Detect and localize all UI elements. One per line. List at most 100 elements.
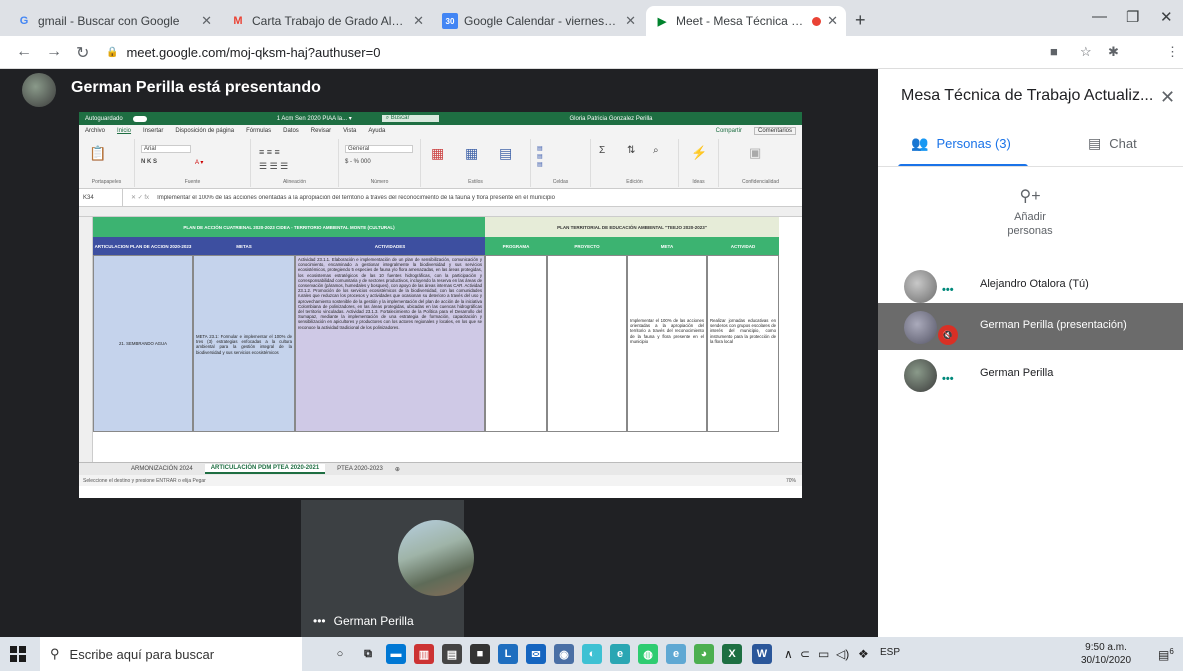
tab-gmail[interactable]: M Carta Trabajo de Grado Alejandro ✕ xyxy=(222,6,432,36)
clock-time: 9:50 a.m. xyxy=(1085,642,1127,653)
comments-label: Comentarios xyxy=(753,127,796,135)
presenting-label: German Perilla está presentando xyxy=(71,79,321,96)
tab-chat[interactable]: ▤ Chat xyxy=(1088,135,1137,152)
store-icon[interactable]: ▤ xyxy=(442,644,462,664)
table-format-icon: ▦ xyxy=(465,145,479,161)
back-icon[interactable]: ← xyxy=(16,43,32,61)
office-icon[interactable]: ▥ xyxy=(414,644,434,664)
menu-formulas: Fórmulas xyxy=(246,128,272,134)
app2-icon[interactable]: ◍ xyxy=(638,644,658,664)
autosum-icon: Σ xyxy=(599,145,606,156)
cells-icons: ▤ ▤ ▤ xyxy=(537,146,543,168)
sheet-tab-armonizacion: ARMONIZACIÓN 2024 xyxy=(131,466,193,472)
people-panel: Mesa Técnica de Trabajo Actualiz... ✕ 👥 … xyxy=(878,69,1183,637)
participant-avatar xyxy=(904,359,937,392)
minimize-icon[interactable]: — xyxy=(1092,8,1107,25)
close-tab-icon[interactable]: ✕ xyxy=(827,13,838,29)
tab-people[interactable]: 👥 Personas (3) xyxy=(911,135,1011,152)
bookmark-star-icon[interactable]: ☆ xyxy=(1080,44,1092,60)
menu-kebab-icon[interactable]: ⋮ xyxy=(1166,44,1179,60)
meta-right-text: Implementar el 100% de las acciones orie… xyxy=(630,318,704,344)
menu-inicio: Inicio xyxy=(117,128,132,134)
actividad-right-cell: Realizar jornadas educativas en senderos… xyxy=(707,255,779,432)
sort-icon: ⇅ xyxy=(627,145,636,156)
ie-icon[interactable]: e xyxy=(666,644,686,664)
camera-icon[interactable]: ■ xyxy=(1050,44,1058,59)
word-icon[interactable]: W xyxy=(752,644,772,664)
tab-google-search[interactable]: G gmail - Buscar con Google ✕ xyxy=(8,6,220,36)
battery-icon[interactable]: ▭ xyxy=(818,647,829,661)
row-label: 21. SEMBRANDO AGUA xyxy=(119,340,167,346)
audio-dots-icon: ••• xyxy=(942,373,954,385)
participant-row[interactable]: ••• German Perilla xyxy=(878,351,1183,398)
participant-row[interactable]: ••• Alejandro Otalora (Tú) xyxy=(878,262,1183,309)
onenote-icon[interactable]: ▬ xyxy=(386,644,406,664)
autosave-toggle xyxy=(132,115,147,122)
tray-chevron-icon[interactable]: ∧ xyxy=(784,647,793,661)
close-tab-icon[interactable]: ✕ xyxy=(413,13,424,29)
status-text: Seleccione el destino y presione ENTRAR … xyxy=(83,477,206,484)
meta-text: META 23.1: Formular e implementar el 100… xyxy=(196,334,292,355)
excel-icon[interactable]: X xyxy=(722,644,742,664)
group-label: Portapapeles xyxy=(91,179,122,185)
group-label: Fuente xyxy=(184,179,201,185)
windows-start-icon[interactable] xyxy=(10,646,26,662)
restore-icon[interactable]: ❐ xyxy=(1126,8,1139,26)
sensitivity-icon: ▣ xyxy=(749,145,762,160)
excel-search: ⌕ Buscar xyxy=(381,115,440,122)
fx-icon: ✕ ✓ fx xyxy=(131,195,150,201)
forward-icon[interactable]: → xyxy=(46,43,62,61)
new-tab-button[interactable]: + xyxy=(855,10,866,31)
participant-avatar xyxy=(904,311,937,344)
col-metas: METAS xyxy=(193,237,295,255)
find-icon: ⌕ xyxy=(653,145,659,156)
clock-date: 30/10/2020 xyxy=(1081,655,1132,666)
edge-icon[interactable]: e xyxy=(610,644,630,664)
close-tab-icon[interactable]: ✕ xyxy=(625,13,636,29)
extensions-icon[interactable]: ✱ xyxy=(1108,44,1119,60)
right-table-header: PLAN TERRITORIAL DE EDUCACIÓN AMBIENTAL … xyxy=(485,217,779,237)
self-avatar xyxy=(398,520,474,596)
bag-icon[interactable]: ■ xyxy=(470,644,490,664)
cortana-icon[interactable]: ○ xyxy=(330,644,350,664)
tab-chat-label: Chat xyxy=(1109,136,1137,151)
autosave-label: Autoguardado xyxy=(85,115,123,122)
participant-row[interactable]: 🔇 German Perilla (presentación) xyxy=(878,303,1183,350)
tab-calendar[interactable]: 30 Google Calendar - viernes, 30 de ✕ xyxy=(434,6,644,36)
dropbox-icon[interactable]: ❖ xyxy=(858,647,869,661)
add-people-button[interactable]: ⚲+ Añadir personas xyxy=(990,186,1070,238)
reload-icon[interactable]: ↻ xyxy=(76,43,89,63)
input-language[interactable]: ESP xyxy=(880,647,900,658)
font-name: Arial xyxy=(141,145,191,153)
shared-screen-excel: Autoguardado 1 Acm Sen 2020 PIAA la... ▾… xyxy=(79,112,802,498)
network-icon[interactable]: ◉ xyxy=(554,644,574,664)
close-tab-icon[interactable]: ✕ xyxy=(201,13,212,29)
self-name-label: ••• German Perilla xyxy=(313,614,414,628)
ribbon-group-font: Arial N K S A ▾ Fuente xyxy=(135,139,251,187)
system-clock[interactable]: 9:50 a.m. 30/10/2020 xyxy=(1081,641,1131,667)
ribbon-group-clipboard: 📋 Portapapeles xyxy=(79,139,135,187)
close-window-icon[interactable]: ✕ xyxy=(1160,8,1173,26)
tray-network-icon[interactable]: ⊂ xyxy=(800,647,810,661)
google-icon: G xyxy=(19,15,29,27)
formula-text: Implementar el 100% de las acciones orie… xyxy=(157,194,555,201)
cell-styles-icon: ▤ xyxy=(499,145,513,161)
sheet-tab-articulacion: ARTICULACIÓN PDM PTEA 2020-2021 xyxy=(204,464,326,474)
sheet-tab-ptea: PTEA 2020-2023 xyxy=(337,466,383,472)
currency-icons: $ - % 000 xyxy=(345,159,371,165)
chrome-icon[interactable]: ◕ xyxy=(694,644,714,664)
taskbar-search[interactable]: ⚲ Escribe aquí para buscar xyxy=(40,637,302,671)
ribbon-group-editing: Σ ⇅ ⌕ Edición xyxy=(591,139,679,187)
tab-meet[interactable]: ▶ Meet - Mesa Técnica de Trab ✕ xyxy=(646,6,846,36)
meet-icon: ▶ xyxy=(657,15,667,28)
mail-icon[interactable]: ✉ xyxy=(526,644,546,664)
url-field[interactable]: 🔒 meet.google.com/moj-qksm-haj?authuser=… xyxy=(106,40,1096,65)
task-view-icon[interactable]: ⧉ xyxy=(358,644,378,664)
volume-icon[interactable]: ◁) xyxy=(836,647,849,661)
self-more-dots[interactable]: ••• xyxy=(313,614,326,628)
align-icons: ≡ ≡ ≡ xyxy=(259,147,280,157)
notifications-icon[interactable]: ▤6 xyxy=(1158,647,1174,662)
close-panel-button[interactable]: ✕ xyxy=(1160,87,1175,108)
app-icon[interactable]: ◐ xyxy=(582,644,602,664)
lync-icon[interactable]: L xyxy=(498,644,518,664)
